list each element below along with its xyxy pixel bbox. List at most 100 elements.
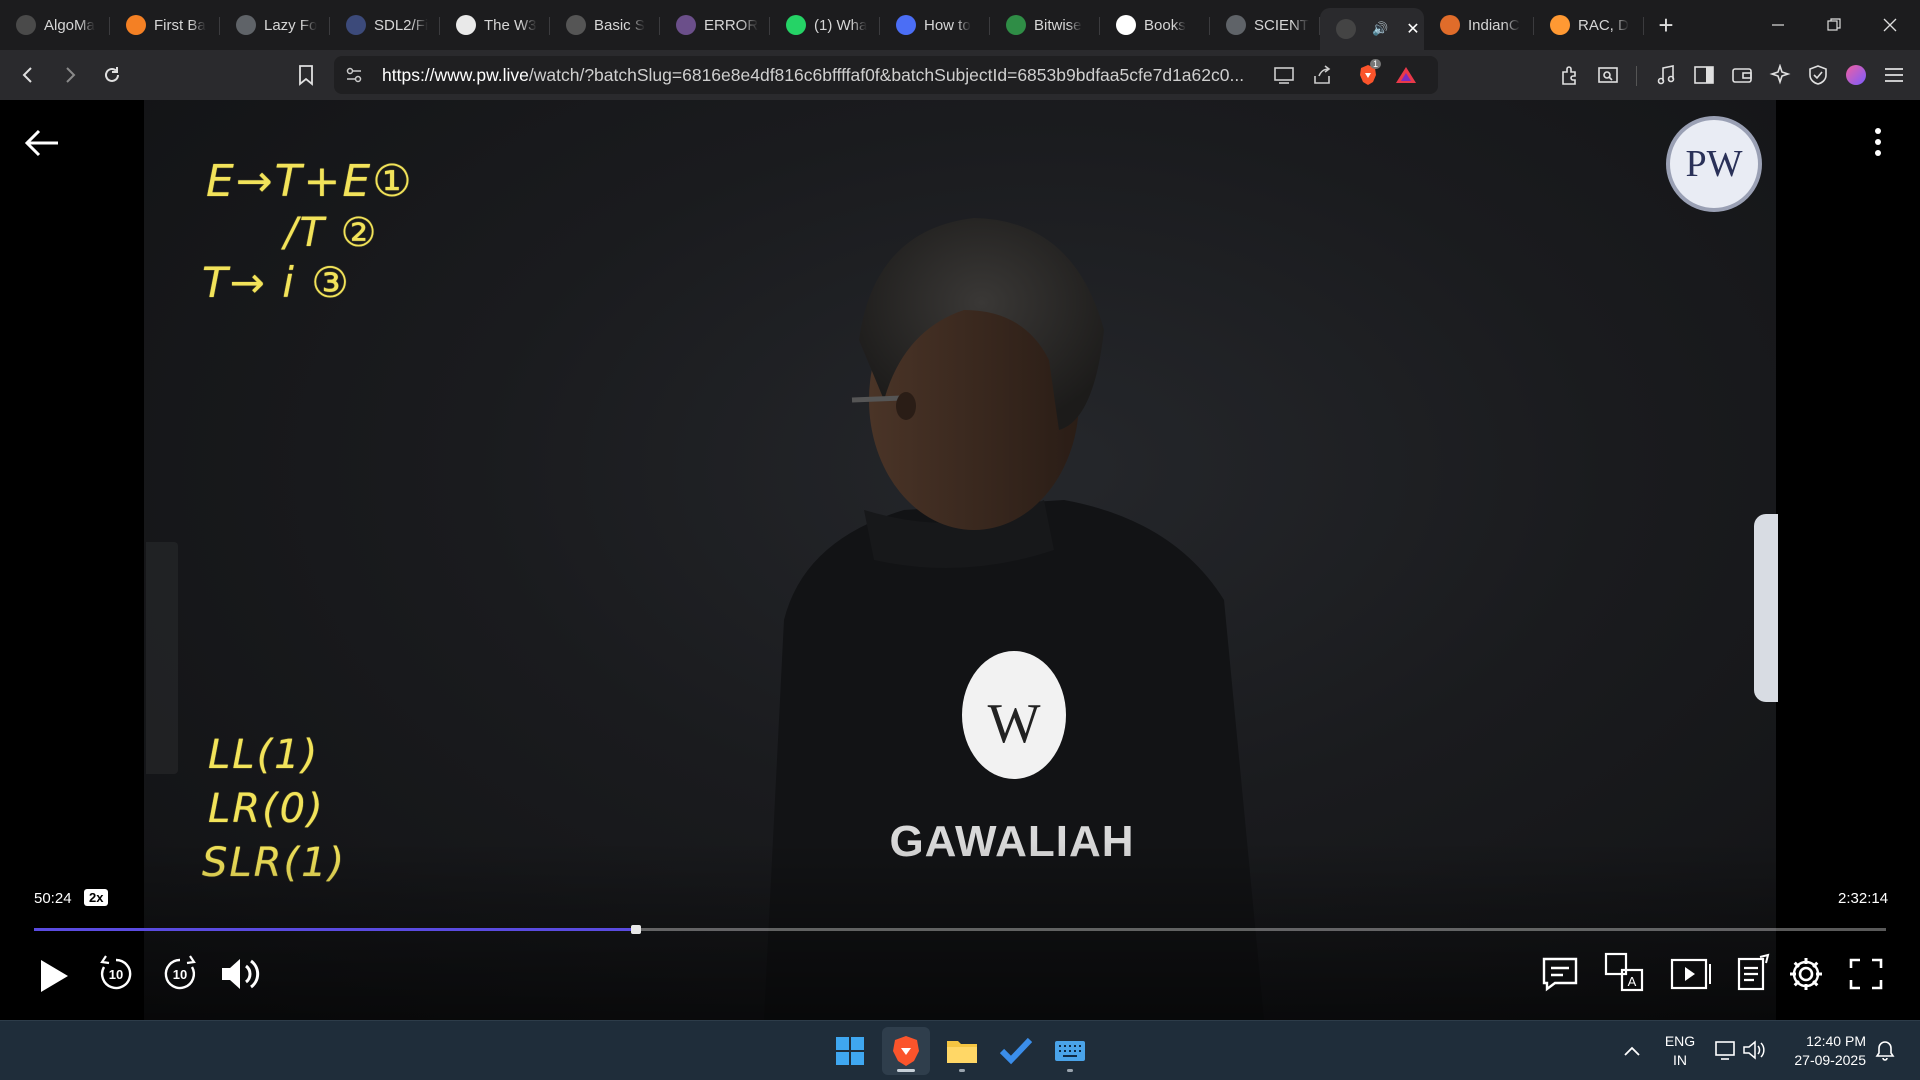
- cast-button[interactable]: [1272, 63, 1296, 87]
- audio-icon: [1336, 19, 1356, 39]
- browser-tab[interactable]: ERROR: [660, 0, 770, 50]
- brave-rewards-button[interactable]: [1394, 63, 1418, 87]
- back-button[interactable]: [10, 57, 46, 93]
- browser-tab[interactable]: SCIENT: [1210, 0, 1320, 50]
- forward-label: 10: [173, 967, 187, 982]
- tab-title: Lazy Fo: [264, 16, 318, 34]
- share-button[interactable]: [1310, 63, 1334, 87]
- profile-button[interactable]: [1844, 63, 1868, 87]
- rewind-10-button[interactable]: 10: [96, 954, 136, 994]
- forward-10-button[interactable]: 10: [160, 954, 200, 994]
- start-button[interactable]: [826, 1027, 874, 1075]
- browser-tab[interactable]: Books: [1100, 0, 1210, 50]
- minimize-icon: [1772, 24, 1784, 26]
- sidebar-icon: [1694, 66, 1714, 84]
- browser-tab[interactable]: Lazy Fo: [220, 0, 330, 50]
- reload-button[interactable]: [94, 57, 130, 93]
- language-indicator[interactable]: ENG IN: [1660, 1032, 1700, 1070]
- bookmark-button[interactable]: [294, 63, 318, 87]
- total-duration: 2:32:14: [1838, 890, 1889, 907]
- site-settings-icon[interactable]: [342, 63, 366, 87]
- region-code: IN: [1673, 1052, 1687, 1068]
- browser-tab[interactable]: Bitwise: [990, 0, 1100, 50]
- left-panel-handle[interactable]: [146, 542, 178, 774]
- seek-handle[interactable]: [631, 925, 642, 934]
- indianc-icon: [1440, 15, 1460, 35]
- menu-button[interactable]: [1882, 63, 1906, 87]
- browser-tab[interactable]: (1) Wha: [770, 0, 880, 50]
- more-options-button[interactable]: [1866, 124, 1890, 160]
- browser-tab[interactable]: IndianC: [1424, 0, 1534, 50]
- chat-button[interactable]: [1540, 954, 1580, 994]
- seek-progress: [34, 928, 636, 931]
- volume-button[interactable]: [220, 954, 264, 994]
- clock-time: 12:40 PM: [1806, 1033, 1866, 1049]
- taskbar-todo[interactable]: [992, 1027, 1040, 1075]
- browser-tab[interactable]: RAC, D: [1534, 0, 1644, 50]
- algomaster-icon: [16, 15, 36, 35]
- right-panel-handle[interactable]: [1754, 514, 1778, 702]
- browser-tab[interactable]: 🔊 ✕: [1320, 8, 1424, 50]
- bookmark-icon: [896, 15, 916, 35]
- globe-icon: [236, 15, 256, 35]
- wallet-button[interactable]: [1730, 63, 1754, 87]
- mini-player-button[interactable]: [1670, 954, 1712, 994]
- play-button[interactable]: [34, 956, 74, 996]
- forward-button[interactable]: [52, 57, 88, 93]
- board-line-3: T→ i ③: [202, 258, 351, 307]
- tab-title: Bitwise: [1034, 16, 1082, 34]
- browser-tab[interactable]: AlgoMa: [0, 0, 110, 50]
- close-window-button[interactable]: [1862, 0, 1918, 50]
- new-tab-button[interactable]: +: [1644, 0, 1688, 50]
- pw-logo: PW: [1666, 116, 1762, 212]
- screenshot-button[interactable]: [1596, 63, 1620, 87]
- board-line-1: E→T+E①: [206, 156, 414, 207]
- tab-title: The W3: [484, 16, 537, 34]
- tab-title: (1) Wha: [814, 16, 868, 34]
- volume-icon: [222, 959, 260, 989]
- chevron-left-icon: [22, 67, 32, 83]
- fullscreen-icon: [1849, 958, 1883, 990]
- close-icon: [1883, 18, 1897, 32]
- restore-button[interactable]: [1806, 0, 1862, 50]
- vpn-button[interactable]: [1806, 63, 1830, 87]
- network-button[interactable]: [1714, 1039, 1738, 1063]
- playback-speed-badge[interactable]: 2x: [84, 889, 109, 906]
- settings-button[interactable]: [1786, 954, 1826, 994]
- clock[interactable]: 12:40 PM 27-09-2025: [1778, 1032, 1866, 1070]
- notes-button[interactable]: [1734, 952, 1774, 994]
- volume-tray-button[interactable]: [1742, 1039, 1766, 1063]
- keyboard-icon: [1055, 1041, 1085, 1061]
- sidebar-toggle-button[interactable]: [1692, 63, 1716, 87]
- extensions-button[interactable]: [1558, 63, 1582, 87]
- browser-tab[interactable]: Basic S: [550, 0, 660, 50]
- address-bar[interactable]: https://www.pw.live/watch/?batchSlug=681…: [334, 56, 1438, 94]
- browser-tab[interactable]: SDL2/Fi: [330, 0, 440, 50]
- restore-icon: [1827, 18, 1841, 31]
- taskbar-brave[interactable]: [882, 1027, 930, 1075]
- arrow-left-icon: [24, 129, 58, 157]
- notes-icon: [1737, 953, 1770, 991]
- url-text[interactable]: https://www.pw.live/watch/?batchSlug=681…: [382, 56, 1272, 94]
- taskbar-file-explorer[interactable]: [938, 1027, 986, 1075]
- video-player[interactable]: W GAWALIAH E→T+E① /T ② T→ i ③ LL(1) LR(0…: [0, 100, 1920, 1020]
- show-hidden-icons-button[interactable]: [1620, 1039, 1644, 1063]
- shirt-text: GAWALIAH: [889, 817, 1134, 866]
- back-arrow-button[interactable]: [24, 128, 60, 158]
- media-button[interactable]: [1654, 63, 1678, 87]
- browser-tab[interactable]: The W3: [440, 0, 550, 50]
- browser-tab[interactable]: How to: [880, 0, 990, 50]
- translate-button[interactable]: A: [1604, 952, 1646, 994]
- taskbar-keyboard[interactable]: [1046, 1027, 1094, 1075]
- leo-ai-button[interactable]: [1768, 63, 1792, 87]
- browser-tab[interactable]: First Ba: [110, 0, 220, 50]
- fullscreen-button[interactable]: [1846, 956, 1886, 992]
- seek-bar[interactable]: [34, 925, 1886, 934]
- notifications-button[interactable]: [1874, 1039, 1898, 1063]
- rewind-label: 10: [109, 967, 123, 982]
- brave-shields-button[interactable]: 1: [1356, 59, 1382, 87]
- minimize-button[interactable]: [1750, 0, 1806, 50]
- tab-close-icon[interactable]: ✕: [1406, 19, 1419, 39]
- language-code: ENG: [1664, 1033, 1696, 1049]
- tab-audio-icon[interactable]: 🔊: [1372, 21, 1388, 37]
